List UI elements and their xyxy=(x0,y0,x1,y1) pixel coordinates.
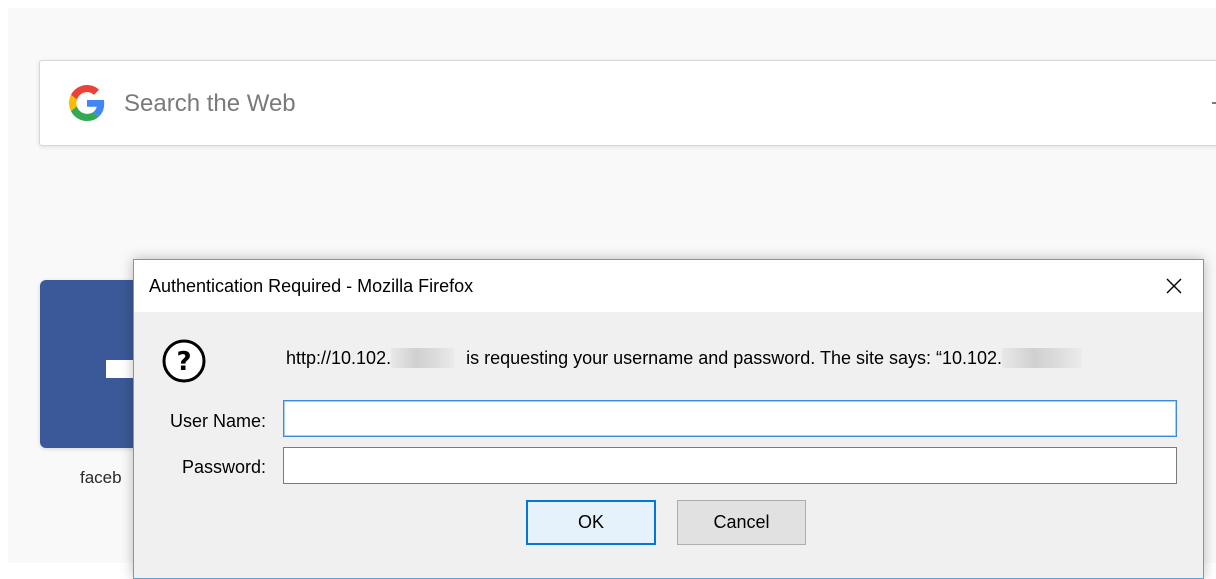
redacted-address-block xyxy=(391,348,456,369)
top-site-label[interactable]: faceb xyxy=(80,468,134,488)
dialog-titlebar[interactable]: Authentication Required - Mozilla Firefo… xyxy=(134,260,1203,312)
redacted-address-block xyxy=(1002,348,1083,369)
ok-button[interactable]: OK xyxy=(526,500,656,545)
message-middle: is requesting your username and password… xyxy=(461,348,1003,368)
web-search-box[interactable] xyxy=(39,60,1216,146)
auth-message: http://10.102. is requesting your userna… xyxy=(286,348,1181,369)
cancel-button[interactable]: Cancel xyxy=(677,500,806,545)
dialog-title: Authentication Required - Mozilla Firefo… xyxy=(149,276,474,296)
password-field[interactable] xyxy=(283,447,1177,484)
question-mark-icon: ? xyxy=(162,339,206,383)
password-label: Password: xyxy=(181,457,266,477)
close-icon xyxy=(1166,278,1182,294)
username-field[interactable] xyxy=(283,400,1177,437)
search-input[interactable] xyxy=(124,87,924,121)
authentication-dialog: Authentication Required - Mozilla Firefo… xyxy=(133,259,1204,579)
message-prefix: http://10.102. xyxy=(286,348,392,368)
search-box-edge-mark xyxy=(1212,102,1216,104)
svg-text:?: ? xyxy=(176,347,191,377)
google-g-icon xyxy=(69,85,105,121)
username-label: User Name: xyxy=(169,411,266,431)
close-button[interactable] xyxy=(1154,268,1194,304)
facebook-logo-icon xyxy=(106,360,134,378)
